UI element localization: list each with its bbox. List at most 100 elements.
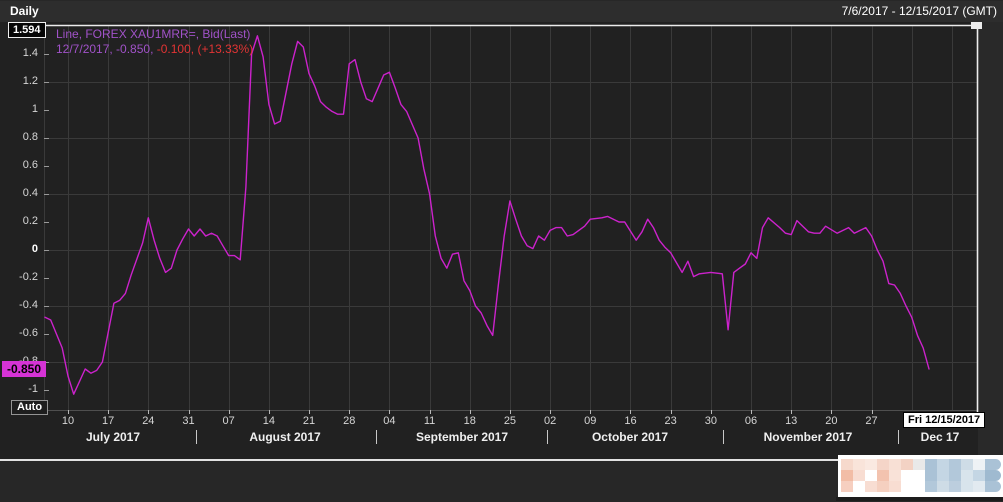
watermark-pixel (889, 481, 901, 492)
watermark-pixel (877, 481, 889, 492)
y-axis-label: 0.8 (22, 131, 38, 143)
x-axis-month-label: July 2017 (85, 430, 141, 444)
chart-header-bar: Daily 7/6/2017 - 12/15/2017 (GMT) (0, 1, 1003, 22)
watermark-pixel (913, 481, 925, 492)
watermark-pixel (877, 470, 889, 481)
x-axis-week-label: 20 (825, 415, 838, 427)
x-axis-month-label: August 2017 (249, 430, 321, 444)
watermark-pixel (853, 481, 865, 492)
chart-window: Daily 7/6/2017 - 12/15/2017 (GMT) Line, … (0, 0, 1003, 502)
watermark-pixel (925, 470, 937, 481)
y-axis-label: 1.2 (22, 75, 38, 87)
watermark-pixel (913, 459, 925, 470)
watermark-pixel (961, 470, 973, 481)
x-axis-week-label: 04 (383, 415, 396, 427)
month-separator (196, 430, 197, 444)
x-axis-week-label: 10 (61, 415, 75, 427)
watermark-pixel (973, 481, 985, 492)
scale-drag-handle[interactable] (971, 21, 982, 29)
x-axis-week-label: 27 (865, 415, 878, 427)
watermark-pixel (901, 459, 913, 470)
watermark-pixel (937, 481, 949, 492)
watermark-pixel (937, 459, 949, 470)
month-separator (547, 430, 548, 444)
watermark-pixel (961, 459, 973, 470)
scale-top-badge: 1.594 (8, 22, 46, 38)
watermark-pixel (961, 481, 973, 492)
watermark-pixel (853, 470, 865, 481)
watermark-pixel (841, 481, 853, 492)
y-axis-label: -0.6 (19, 327, 38, 339)
y-axis-label: -0.2 (19, 271, 38, 283)
chart-legend: Line, FOREX XAU1MRR=, Bid(Last) 12/7/201… (56, 27, 253, 57)
x-axis-month-label: September 2017 (415, 430, 509, 444)
x-axis-week-label: 07 (222, 415, 235, 427)
x-axis-month-label: Dec 17 (920, 430, 960, 444)
x-axis-week-label: 18 (463, 415, 476, 427)
watermark-pixel (865, 470, 877, 481)
watermark-pixel (913, 470, 925, 481)
watermark-pixel (889, 459, 901, 470)
legend-change-value: -0.100, (+13.33%) (153, 42, 254, 56)
month-separator (898, 430, 899, 444)
x-axis-week-label: 16 (624, 415, 637, 427)
x-axis-week-label: 02 (543, 415, 557, 427)
watermark-pixel (841, 470, 853, 481)
x-axis-week-label: 14 (262, 415, 275, 427)
date-range-label: 7/6/2017 - 12/15/2017 (GMT) (841, 4, 997, 18)
y-axis-label: 0 (31, 243, 38, 255)
x-axis-week-label: 23 (664, 415, 677, 427)
x-axis-week-label: 24 (142, 415, 155, 427)
month-separator (376, 430, 377, 444)
y-axis-label: -0.4 (19, 299, 38, 311)
watermark-pixel (973, 459, 985, 470)
watermark-pixel (925, 481, 937, 492)
watermark-pixel (877, 459, 889, 470)
x-axis-week-label: 13 (785, 415, 798, 427)
legend-last-value: 12/7/2017, -0.850, (56, 42, 154, 56)
watermark-pixel (949, 470, 961, 481)
last-value-badge: -0.850 (2, 361, 47, 377)
watermark-pixel (937, 470, 949, 481)
watermark-pixel (985, 481, 1001, 492)
legend-values: 12/7/2017, -0.850, -0.100, (+13.33%) (56, 42, 253, 57)
y-axis-label: 1 (31, 103, 38, 115)
x-axis-week-label: 11 (423, 415, 436, 427)
price-line (44, 35, 930, 395)
x-axis-week-label: 28 (343, 415, 356, 427)
x-axis-week-label: 30 (704, 415, 717, 427)
x-axis-week-label: 09 (584, 415, 597, 427)
watermark-underline (836, 497, 1003, 501)
auto-scale-button[interactable]: Auto (11, 400, 49, 415)
y-axis-label: -1 (28, 383, 38, 395)
watermark-pixel (865, 459, 877, 470)
watermark-pixel (853, 459, 865, 470)
x-axis-week-label: 31 (182, 415, 195, 427)
x-axis-month-label: October 2017 (591, 430, 669, 444)
y-axis-label: 0.4 (22, 187, 38, 199)
x-axis-week-label: 21 (302, 415, 316, 427)
x-axis-week-label: 17 (102, 415, 115, 427)
watermark-pixel (889, 470, 901, 481)
watermark-pixel (949, 481, 961, 492)
watermark-pixel (973, 470, 985, 481)
y-axis-label: 1.4 (22, 47, 38, 59)
x-axis-week-label: 06 (744, 415, 758, 427)
y-axis-label: 0.2 (22, 215, 38, 227)
watermark-pixel (925, 459, 937, 470)
x-axis-week-label: 25 (503, 415, 517, 427)
watermark-pixel (865, 481, 877, 492)
watermark-pixel (841, 459, 853, 470)
watermark-pixel (901, 481, 913, 492)
timeframe-label[interactable]: Daily (10, 4, 39, 18)
vendor-logo-watermark (838, 455, 1003, 497)
watermark-pixel (985, 459, 1001, 470)
watermark-pixel (985, 470, 1001, 481)
y-axis-label: 0.6 (22, 159, 38, 171)
watermark-pixel (949, 459, 961, 470)
watermark-pixel (901, 470, 913, 481)
end-date-badge[interactable]: Fri 12/15/2017 (903, 412, 986, 428)
legend-series-label: Line, FOREX XAU1MRR=, Bid(Last) (56, 27, 251, 41)
x-axis-month-label: November 2017 (763, 430, 853, 444)
month-separator (723, 430, 724, 444)
